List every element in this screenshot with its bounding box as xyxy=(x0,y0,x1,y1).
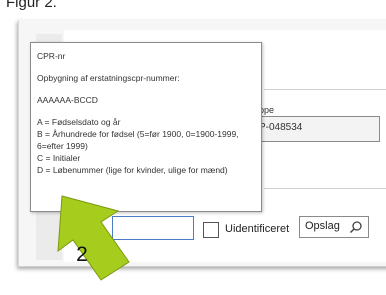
callout-arrow xyxy=(57,195,130,281)
callout-number: 2 xyxy=(76,243,88,266)
